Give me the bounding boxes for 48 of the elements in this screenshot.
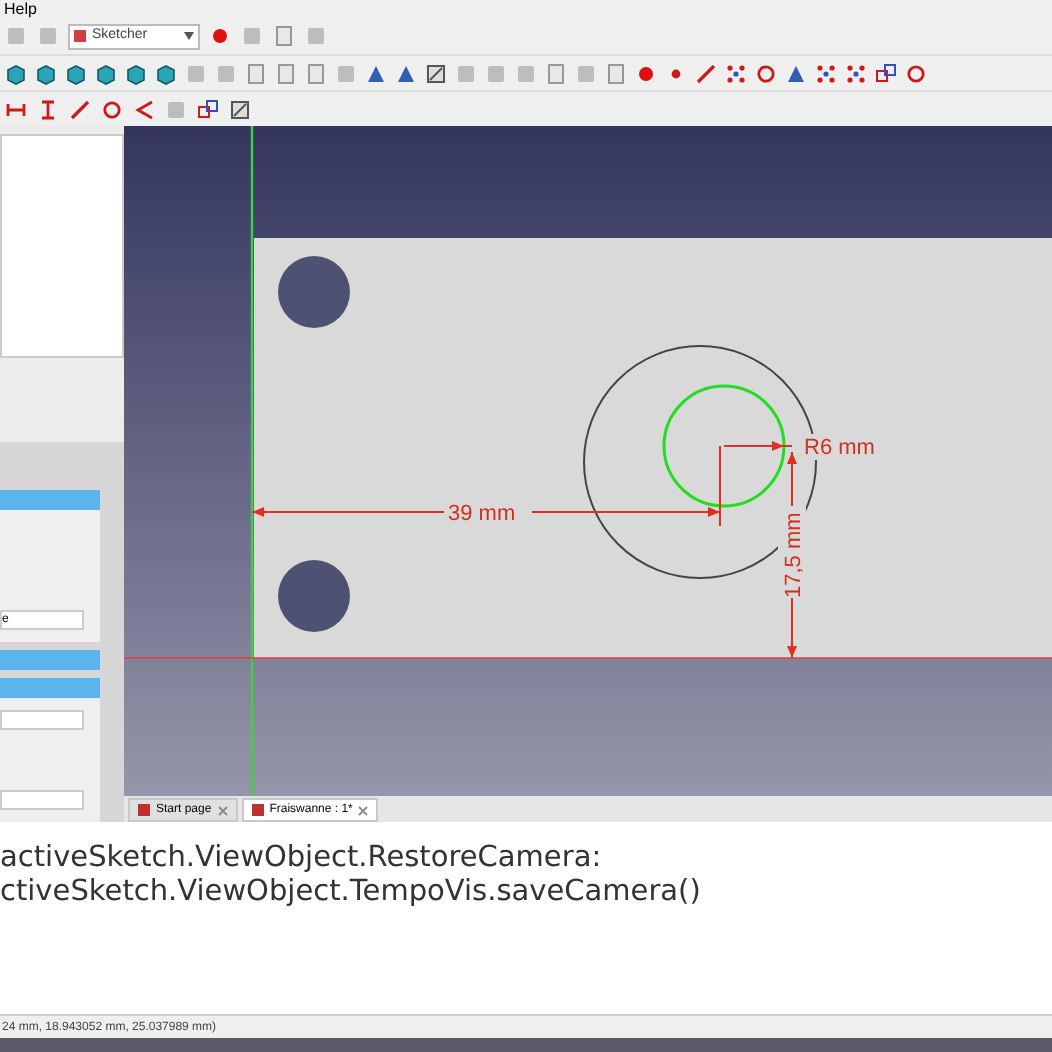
menu-item[interactable]: Help [4, 1, 37, 17]
angle-icon[interactable] [132, 97, 156, 121]
console-line: ctiveSketch.ViewObject.TempoVis.saveCamera() [0, 876, 703, 910]
vertical-dimension-icon[interactable] [36, 97, 60, 121]
record-icon[interactable] [634, 61, 658, 85]
points-icon[interactable] [844, 61, 868, 85]
box-icon[interactable] [424, 61, 448, 85]
document-icon[interactable] [244, 61, 268, 85]
circle-icon[interactable] [754, 61, 778, 85]
dimension-label[interactable]: R6 mm [804, 436, 875, 460]
document-icon[interactable] [544, 61, 568, 85]
cone-icon[interactable] [394, 61, 418, 85]
dropdown-field[interactable] [0, 710, 84, 730]
input-field[interactable] [0, 790, 84, 810]
close-icon[interactable] [217, 805, 228, 815]
cone-icon[interactable] [364, 61, 388, 85]
record-icon[interactable] [208, 24, 232, 48]
cube-icon[interactable] [124, 61, 148, 85]
cube-icon[interactable] [64, 61, 88, 85]
circle-icon[interactable] [100, 97, 124, 121]
box-icon[interactable] [228, 97, 252, 121]
hole [278, 560, 350, 632]
line-icon[interactable] [694, 61, 718, 85]
document-icon[interactable] [304, 61, 328, 85]
points-icon[interactable] [724, 61, 748, 85]
console-line: activeSketch.ViewObject.RestoreCamera: [0, 842, 604, 876]
document-icon [251, 804, 264, 816]
hole [278, 256, 350, 328]
line-icon[interactable] [68, 97, 92, 121]
sketch-circle [662, 384, 786, 508]
document-icon[interactable] [274, 61, 298, 85]
close-icon[interactable] [358, 805, 369, 815]
cube-icon[interactable] [34, 61, 58, 85]
document-icon[interactable] [604, 61, 628, 85]
squares-icon[interactable] [874, 61, 898, 85]
dimension-label[interactable]: 17,5 mm [782, 512, 806, 598]
points-icon[interactable] [814, 61, 838, 85]
cube-icon[interactable] [154, 61, 178, 85]
document-icon [138, 804, 150, 816]
caret-icon [184, 32, 194, 40]
cube-icon[interactable] [94, 61, 118, 85]
dimension-label[interactable]: 39 mm [448, 502, 516, 526]
workbench-icon [74, 30, 86, 42]
circle-icon[interactable] [904, 61, 928, 85]
squares-icon[interactable] [196, 97, 220, 121]
cube-icon[interactable] [4, 61, 28, 85]
document-icon[interactable] [272, 24, 296, 48]
cone-icon[interactable] [784, 61, 808, 85]
